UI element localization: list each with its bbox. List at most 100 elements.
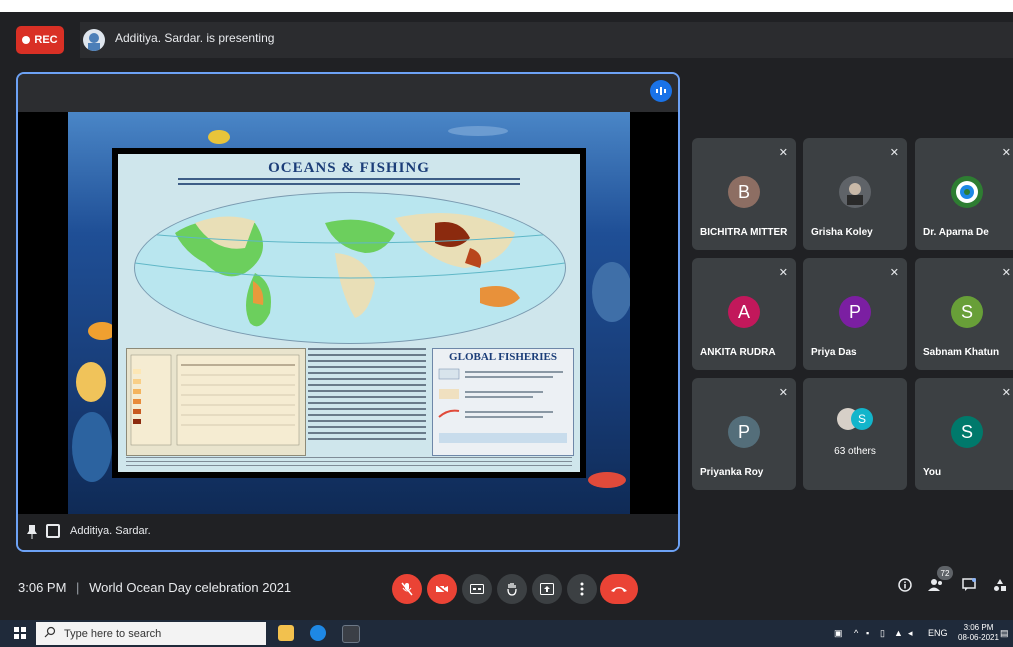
participant-tile[interactable]: ✕ A ANKITA RUDRA bbox=[692, 258, 796, 370]
mic-off-icon: ✕ bbox=[889, 147, 899, 159]
participant-name: Priyanka Roy bbox=[700, 467, 764, 478]
pin-icon[interactable] bbox=[26, 524, 40, 540]
participant-tile[interactable]: ✕ B BICHITRA MITTER bbox=[692, 138, 796, 250]
avatar: P bbox=[839, 296, 871, 328]
presenter-avatar-image bbox=[88, 33, 100, 51]
notifications-icon[interactable]: ▤ bbox=[1000, 628, 1009, 639]
poster-footnote bbox=[126, 457, 572, 469]
participant-tile[interactable]: ✕ Grisha Koley bbox=[803, 138, 907, 250]
system-clock[interactable]: 3:06 PM 08-06-2021 bbox=[958, 623, 999, 643]
poster-subtitle bbox=[178, 178, 520, 188]
tray-chevron-icon[interactable]: ^ bbox=[854, 628, 858, 638]
info-icon[interactable] bbox=[898, 578, 912, 596]
participant-tile[interactable]: ✕ Dr. Aparna De bbox=[915, 138, 1013, 250]
file-explorer-icon[interactable] bbox=[278, 625, 294, 641]
taskbar-search-input[interactable]: Type here to search bbox=[36, 622, 266, 645]
network-icon[interactable]: ▲ bbox=[894, 628, 903, 638]
people-icon[interactable] bbox=[928, 578, 944, 596]
windows-start-icon[interactable] bbox=[14, 627, 26, 639]
activities-icon[interactable] bbox=[993, 578, 1007, 596]
raise-hand-button[interactable] bbox=[497, 574, 527, 604]
meeting-time: 3:06 PM bbox=[18, 580, 67, 595]
mic-off-icon: ✕ bbox=[1001, 387, 1011, 399]
camera-off-icon bbox=[435, 583, 449, 595]
fish-decoration bbox=[76, 362, 106, 402]
recording-indicator: REC bbox=[16, 26, 64, 54]
global-fisheries-legend bbox=[438, 368, 567, 443]
participant-name: Grisha Koley bbox=[811, 227, 873, 238]
people-count-badge: 72 bbox=[937, 566, 953, 580]
avatar: B bbox=[728, 176, 760, 208]
mic-off-icon bbox=[401, 582, 413, 596]
audio-indicator-icon[interactable] bbox=[650, 80, 672, 102]
search-placeholder: Type here to search bbox=[64, 628, 162, 640]
mic-off-icon: ✕ bbox=[778, 387, 788, 399]
edge-browser-icon[interactable] bbox=[310, 625, 326, 641]
world-map-graphic bbox=[135, 213, 565, 327]
global-fisheries-box: GLOBAL FISHERIES bbox=[432, 348, 574, 456]
meeting-details: 3:06 PM | World Ocean Day celebration 20… bbox=[18, 580, 291, 595]
mic-off-icon: ✕ bbox=[1001, 147, 1011, 159]
oceans-fishing-poster: OCEANS & FISHING GLOBAL FISHERIES bbox=[118, 154, 580, 472]
hand-icon bbox=[507, 583, 517, 596]
more-vert-icon bbox=[580, 582, 584, 596]
avatar: P bbox=[728, 416, 760, 448]
phone-hangup-icon bbox=[611, 587, 627, 592]
chrome-app-icon[interactable] bbox=[342, 625, 360, 643]
volume-icon[interactable]: ◂ bbox=[908, 628, 913, 639]
camera-toggle-button[interactable] bbox=[427, 574, 457, 604]
mic-off-icon: ✕ bbox=[889, 267, 899, 279]
rec-label: REC bbox=[34, 34, 58, 46]
others-avatars: S bbox=[837, 408, 877, 432]
present-icon bbox=[540, 583, 554, 595]
participant-tile[interactable]: ✕ P Priyanka Roy bbox=[692, 378, 796, 490]
clock-time: 3:06 PM bbox=[963, 623, 994, 632]
world-map bbox=[134, 192, 566, 344]
presentation-stage[interactable]: OCEANS & FISHING GLOBAL FISHERIES Additi… bbox=[16, 72, 680, 552]
presentation-icon bbox=[46, 524, 60, 538]
avatar-logo bbox=[951, 176, 983, 208]
coral-decoration bbox=[72, 412, 112, 482]
poster-table bbox=[126, 348, 306, 456]
mic-off-icon: ✕ bbox=[778, 267, 788, 279]
more-options-button[interactable] bbox=[567, 574, 597, 604]
fish-decoration bbox=[588, 472, 626, 488]
tray-app-icon[interactable]: ▪ bbox=[866, 628, 869, 638]
task-view-icon[interactable]: ▣ bbox=[834, 628, 843, 639]
presenter-name: Additiya. Sardar. bbox=[70, 525, 151, 537]
poster-table-graphic bbox=[130, 354, 300, 446]
meeting-title: World Ocean Day celebration 2021 bbox=[89, 580, 292, 595]
windows-taskbar: Type here to search ▣ ^ ▪ ▯ ▲ ◂ ENG 3:06… bbox=[0, 620, 1013, 647]
captions-button[interactable] bbox=[462, 574, 492, 604]
self-tile[interactable]: ✕ S You bbox=[915, 378, 1013, 490]
participant-name: ANKITA RUDRA bbox=[700, 347, 776, 358]
participant-tile[interactable]: ✕ S Sabnam Khatun bbox=[915, 258, 1013, 370]
participant-name: You bbox=[923, 467, 942, 478]
language-indicator[interactable]: ENG bbox=[928, 628, 948, 638]
avatar-photo bbox=[839, 176, 871, 208]
mic-off-icon: ✕ bbox=[778, 147, 788, 159]
avatar: S bbox=[951, 296, 983, 328]
record-dot-icon bbox=[22, 36, 31, 44]
present-button[interactable] bbox=[532, 574, 562, 604]
participant-name: Priya Das bbox=[811, 347, 857, 358]
mic-toggle-button[interactable] bbox=[392, 574, 422, 604]
mic-off-icon: ✕ bbox=[1001, 267, 1011, 279]
presenting-text: Additiya. Sardar. is presenting bbox=[115, 31, 275, 45]
chat-icon[interactable] bbox=[962, 578, 976, 596]
global-fisheries-title: GLOBAL FISHERIES bbox=[449, 351, 557, 363]
separator: | bbox=[76, 580, 80, 595]
others-tile[interactable]: S 63 others bbox=[803, 378, 907, 490]
others-count: 63 others bbox=[834, 446, 876, 457]
participant-tile[interactable]: ✕ P Priya Das bbox=[803, 258, 907, 370]
fish-decoration bbox=[448, 126, 508, 136]
bottom-bar: 3:06 PM | World Ocean Day celebration 20… bbox=[0, 558, 1013, 620]
participant-name: BICHITRA MITTER bbox=[700, 227, 788, 238]
participant-name: Sabnam Khatun bbox=[923, 347, 1000, 358]
poster-text-block bbox=[308, 348, 426, 454]
participant-name: Dr. Aparna De bbox=[923, 227, 989, 238]
avatar: A bbox=[728, 296, 760, 328]
fish-decoration bbox=[208, 130, 230, 144]
presenter-avatar bbox=[83, 29, 105, 51]
leave-call-button[interactable] bbox=[600, 574, 638, 604]
